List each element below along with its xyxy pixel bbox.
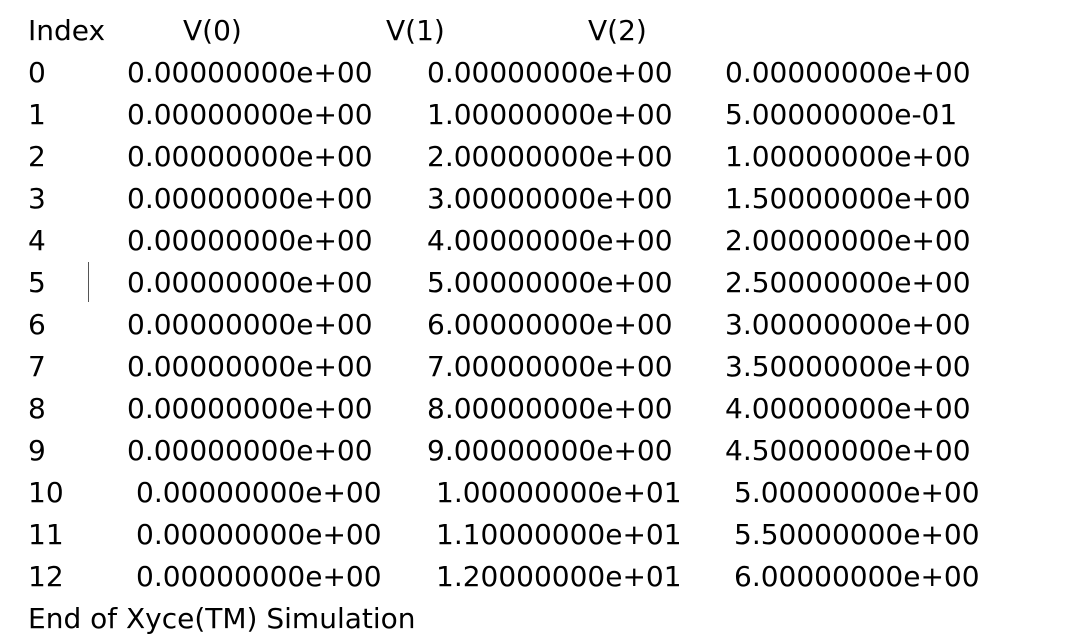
cell-v2: 1.50000000e+00 xyxy=(725,182,971,215)
cell-v0: 0.00000000e+00 xyxy=(127,350,373,383)
table-row: 3 0.00000000e+00 3.00000000e+00 1.50000000e… xyxy=(0,178,1072,220)
cell-v0: 0.00000000e+00 xyxy=(127,182,373,215)
header-v0: V(0) xyxy=(183,14,242,47)
cell-v1: 1.00000000e+01 xyxy=(436,476,682,509)
cell-v0: 0.00000000e+00 xyxy=(136,476,382,509)
cell-v2: 3.50000000e+00 xyxy=(725,350,971,383)
table-row: 5 0.00000000e+00 5.00000000e+00 2.50000000e… xyxy=(0,262,1072,304)
table-row: 11 0.00000000e+00 1.10000000e+01 5.50000000… xyxy=(0,514,1072,556)
cell-v2: 6.00000000e+00 xyxy=(734,560,980,593)
cell-index: 7 xyxy=(28,350,46,383)
cell-v2: 2.50000000e+00 xyxy=(725,266,971,299)
table-row: 6 0.00000000e+00 6.00000000e+00 3.00000000e… xyxy=(0,304,1072,346)
cell-v2: 0.00000000e+00 xyxy=(725,56,971,89)
header-row: Index V(0) V(1) V(2) xyxy=(0,10,1072,52)
cell-index: 0 xyxy=(28,56,46,89)
cell-index: 8 xyxy=(28,392,46,425)
cell-v1: 7.00000000e+00 xyxy=(427,350,673,383)
cell-v1: 1.10000000e+01 xyxy=(436,518,682,551)
cell-v1: 6.00000000e+00 xyxy=(427,308,673,341)
table-row: 7 0.00000000e+00 7.00000000e+00 3.50000000e… xyxy=(0,346,1072,388)
cell-index: 11 xyxy=(28,518,64,551)
cell-v1: 1.20000000e+01 xyxy=(436,560,682,593)
cell-v2: 3.00000000e+00 xyxy=(725,308,971,341)
cell-index: 4 xyxy=(28,224,46,257)
cell-index: 2 xyxy=(28,140,46,173)
cell-v1: 5.00000000e+00 xyxy=(427,266,673,299)
cell-v2: 5.00000000e+00 xyxy=(734,476,980,509)
cell-index: 9 xyxy=(28,434,46,467)
cell-v0: 0.00000000e+00 xyxy=(136,518,382,551)
cell-v1: 4.00000000e+00 xyxy=(427,224,673,257)
table-row: 1 0.00000000e+00 1.00000000e+00 5.00000000e… xyxy=(0,94,1072,136)
cell-index: 3 xyxy=(28,182,46,215)
cell-index: 12 xyxy=(28,560,64,593)
cell-v2: 5.00000000e-01 xyxy=(725,98,958,131)
cell-v0: 0.00000000e+00 xyxy=(127,434,373,467)
cell-v2: 5.50000000e+00 xyxy=(734,518,980,551)
header-v2: V(2) xyxy=(588,14,647,47)
cell-index: 1 xyxy=(28,98,46,131)
cell-v1: 1.00000000e+00 xyxy=(427,98,673,131)
cell-v0: 0.00000000e+00 xyxy=(127,56,373,89)
cell-index: 10 xyxy=(28,476,64,509)
cell-v0: 0.00000000e+00 xyxy=(127,308,373,341)
table-row: 4 0.00000000e+00 4.00000000e+00 2.00000000e… xyxy=(0,220,1072,262)
table-row: 9 0.00000000e+00 9.00000000e+00 4.50000000e… xyxy=(0,430,1072,472)
cell-v1: 2.00000000e+00 xyxy=(427,140,673,173)
cell-v0: 0.00000000e+00 xyxy=(127,392,373,425)
cell-v1: 8.00000000e+00 xyxy=(427,392,673,425)
table-row: 10 0.00000000e+00 1.00000000e+01 5.00000000… xyxy=(0,472,1072,514)
cell-v0: 0.00000000e+00 xyxy=(127,266,373,299)
header-index: Index xyxy=(28,14,106,47)
cell-v0: 0.00000000e+00 xyxy=(127,140,373,173)
cell-index: 5 xyxy=(28,266,46,299)
cell-index: 6 xyxy=(28,308,46,341)
simulation-output-text[interactable]: Index V(0) V(1) V(2) 0 0.00000000e+00 0.00… xyxy=(0,0,1072,644)
cell-v1: 3.00000000e+00 xyxy=(427,182,673,215)
cell-v0: 0.00000000e+00 xyxy=(136,560,382,593)
cell-v1: 0.00000000e+00 xyxy=(427,56,673,89)
cell-v1: 9.00000000e+00 xyxy=(427,434,673,467)
table-row: 0 0.00000000e+00 0.00000000e+00 0.00000000e… xyxy=(0,52,1072,94)
cell-v2: 2.00000000e+00 xyxy=(725,224,971,257)
footer-line: End of Xyce(TM) Simulation xyxy=(0,598,1072,640)
table-row: 12 0.00000000e+00 1.20000000e+01 6.00000000… xyxy=(0,556,1072,598)
cell-v2: 4.00000000e+00 xyxy=(725,392,971,425)
cell-v2: 1.00000000e+00 xyxy=(725,140,971,173)
cell-v2: 4.50000000e+00 xyxy=(725,434,971,467)
cell-v0: 0.00000000e+00 xyxy=(127,224,373,257)
table-row: 8 0.00000000e+00 8.00000000e+00 4.00000000e… xyxy=(0,388,1072,430)
text-cursor xyxy=(88,262,89,302)
cell-v0: 0.00000000e+00 xyxy=(127,98,373,131)
footer-text: End of Xyce(TM) Simulation xyxy=(28,602,416,635)
header-v1: V(1) xyxy=(386,14,445,47)
table-row: 2 0.00000000e+00 2.00000000e+00 1.00000000e… xyxy=(0,136,1072,178)
